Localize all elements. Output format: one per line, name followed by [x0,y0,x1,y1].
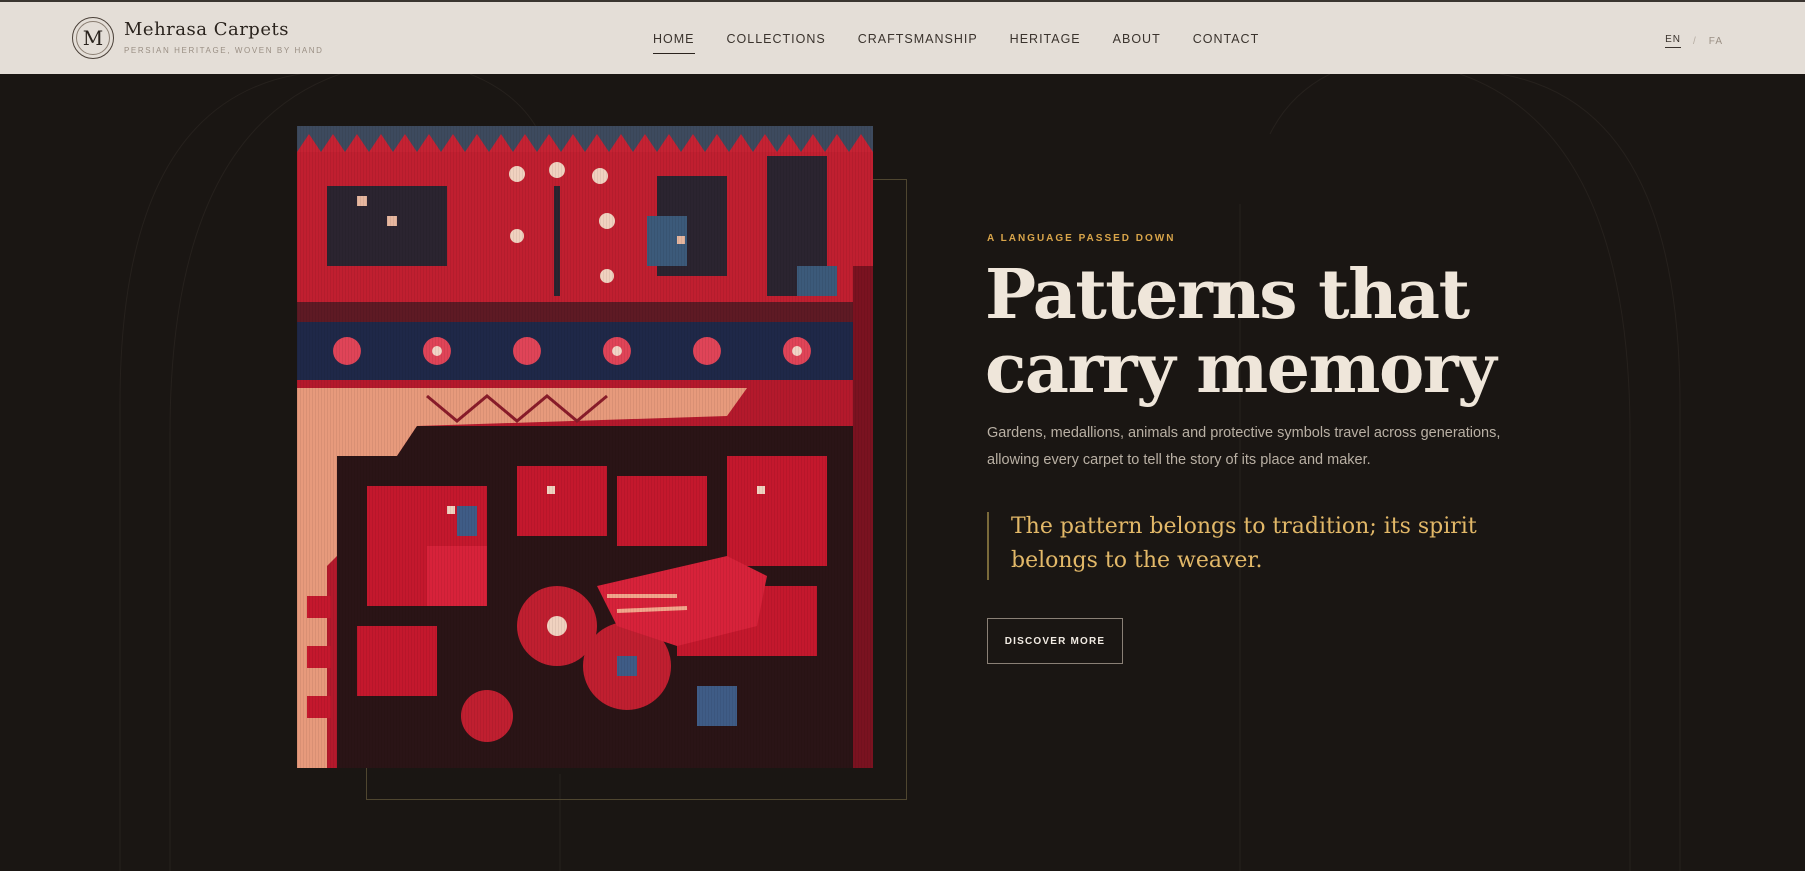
language-switcher: EN / FA [1665,34,1723,48]
nav-collections[interactable]: COLLECTIONS [727,32,826,52]
language-en[interactable]: EN [1665,34,1681,48]
quote-bar [987,512,989,580]
headline-line-2: carry memory [985,329,1497,409]
nav-craftsmanship[interactable]: CRAFTSMANSHIP [858,32,978,52]
main-nav: HOME COLLECTIONS CRAFTSMANSHIP HERITAGE … [653,32,1260,54]
nav-home[interactable]: HOME [653,32,695,54]
site-header: M Mehrasa Carpets PERSIAN HERITAGE, WOVE… [0,2,1805,74]
carpet-photo [297,126,873,768]
hero-quote: The pattern belongs to tradition; its sp… [1011,514,1477,573]
brand-tagline: PERSIAN HERITAGE, WOVEN BY HAND [124,46,324,55]
language-fa[interactable]: FA [1709,36,1723,47]
brand-name[interactable]: Mehrasa Carpets [124,19,289,40]
discover-more-button[interactable]: DISCOVER MORE [987,618,1123,664]
nav-about[interactable]: ABOUT [1113,32,1161,52]
hero-headline: Patterns that carry memory [985,258,1545,406]
nav-heritage[interactable]: HERITAGE [1010,32,1081,52]
language-separator: / [1692,35,1697,47]
hero-body: Gardens, medallions, animals and protect… [987,425,1501,468]
headline-line-1: Patterns that [985,255,1470,335]
logo-monogram-icon[interactable]: M [72,17,114,59]
nav-contact[interactable]: CONTACT [1193,32,1260,52]
logo-letter: M [82,26,104,50]
carpet-pattern-image [297,126,873,768]
hero-eyebrow: A LANGUAGE PASSED DOWN [987,233,1176,244]
